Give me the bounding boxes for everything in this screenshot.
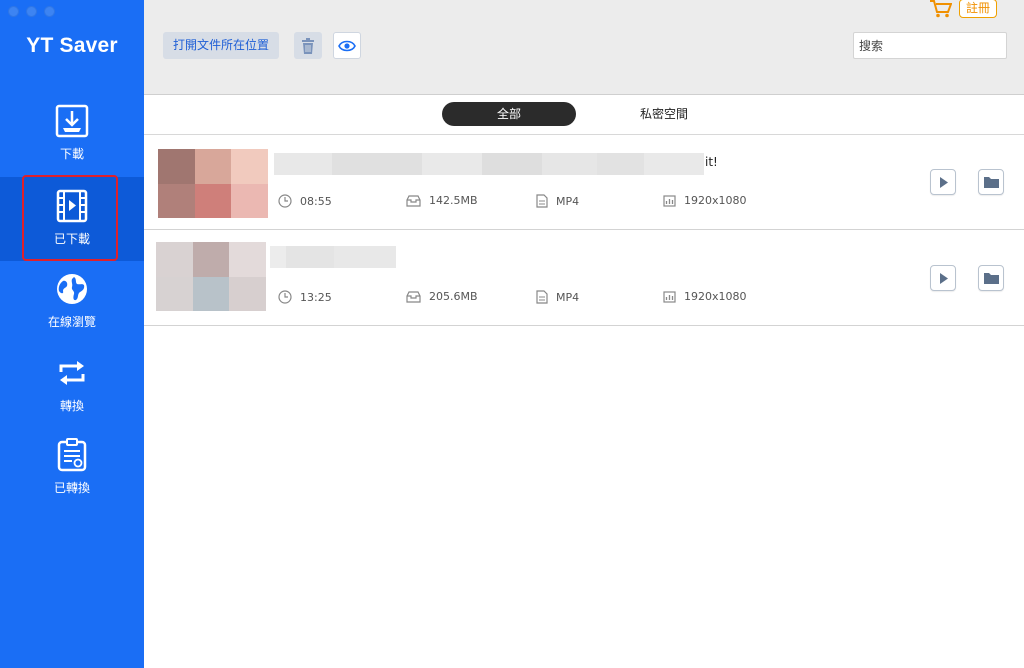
converted-icon xyxy=(57,438,87,472)
sidebar-item-label: 已轉換 xyxy=(53,481,90,495)
tab-all[interactable]: 全部 xyxy=(442,102,576,126)
folder-icon xyxy=(983,177,999,188)
resolution: 1920x1080 xyxy=(663,194,747,207)
play-button[interactable] xyxy=(930,169,956,195)
video-thumbnail xyxy=(158,149,268,218)
play-icon xyxy=(939,272,948,284)
sidebar-item-label: 下載 xyxy=(59,147,84,161)
app-title: YT Saver xyxy=(26,34,118,57)
folder-icon xyxy=(983,273,999,284)
resolution-value: 1920x1080 xyxy=(684,194,747,207)
search-input[interactable] xyxy=(853,32,1007,59)
open-folder-button[interactable] xyxy=(978,169,1004,195)
file-icon xyxy=(536,194,548,208)
file-size: 205.6MB xyxy=(406,290,478,303)
format-value: MP4 xyxy=(556,290,580,304)
thumbnail-tile xyxy=(156,276,193,311)
cart-icon[interactable] xyxy=(930,0,952,18)
sidebar-item-convert[interactable]: 轉換 xyxy=(0,356,144,420)
thumbnail-tile xyxy=(229,242,266,277)
toolbar: 打開文件所在位置 註冊 xyxy=(144,0,1024,95)
video-title-redacted xyxy=(274,153,704,175)
open-folder-button[interactable] xyxy=(978,265,1004,291)
tab-private-space[interactable]: 私密空間 xyxy=(614,102,714,126)
storage-icon xyxy=(406,290,421,303)
format: MP4 xyxy=(536,194,579,208)
storage-icon xyxy=(406,194,421,207)
resolution: 1920x1080 xyxy=(663,290,747,303)
duration: 08:55 xyxy=(278,194,332,208)
file-icon xyxy=(536,290,548,304)
sidebar-item-download[interactable]: 下載 xyxy=(0,104,144,168)
minimize-window-button[interactable] xyxy=(26,6,37,17)
tab-bar: 全部 私密空間 xyxy=(144,95,1024,135)
download-icon xyxy=(55,104,89,138)
open-file-location-button[interactable]: 打開文件所在位置 xyxy=(163,32,280,59)
video-thumbnail xyxy=(156,242,266,311)
clock-icon xyxy=(278,194,292,208)
app-window: YT Saver 下載 已下載 在線瀏覽 轉換 已轉換 打開文件所在位置 註冊 … xyxy=(0,0,1024,668)
resolution-icon xyxy=(663,290,676,303)
sidebar-item-label: 轉換 xyxy=(59,399,84,413)
thumbnail-tile xyxy=(194,149,232,184)
sidebar-item-converted[interactable]: 已轉換 xyxy=(0,438,144,502)
file-size-value: 205.6MB xyxy=(429,290,478,303)
thumbnail-tile xyxy=(192,276,230,311)
resolution-icon xyxy=(663,194,676,207)
register-button[interactable]: 註冊 xyxy=(959,0,998,18)
file-size: 142.5MB xyxy=(406,194,478,207)
play-icon xyxy=(939,176,948,188)
thumbnail-tile xyxy=(192,242,230,277)
window-controls xyxy=(8,6,55,17)
sidebar-item-label: 在線瀏覽 xyxy=(47,315,96,329)
thumbnail-tile xyxy=(194,183,232,218)
sidebar-item-online-browse[interactable]: 在線瀏覽 xyxy=(0,272,144,336)
video-title-redacted xyxy=(270,246,396,268)
convert-icon xyxy=(59,361,85,385)
thumbnail-tile xyxy=(158,183,195,218)
format-value: MP4 xyxy=(556,194,580,208)
resolution-value: 1920x1080 xyxy=(684,290,747,303)
delete-button[interactable] xyxy=(294,32,322,59)
close-window-button[interactable] xyxy=(8,6,19,17)
preview-button[interactable] xyxy=(333,32,361,59)
clock-icon xyxy=(278,290,292,304)
sidebar: YT Saver 下載 已下載 在線瀏覽 轉換 已轉換 xyxy=(0,0,144,668)
zoom-window-button[interactable] xyxy=(44,6,55,17)
duration-value: 13:25 xyxy=(300,290,332,304)
thumbnail-tile xyxy=(156,242,193,277)
trash-icon xyxy=(302,37,314,54)
thumbnail-tile xyxy=(229,276,266,311)
thumbnail-tile xyxy=(158,149,195,184)
selection-highlight xyxy=(22,175,118,261)
download-list-item[interactable]: it! 08:55 142.5MB MP4 1920x1080 xyxy=(144,135,1024,230)
duration: 13:25 xyxy=(278,290,332,304)
globe-icon xyxy=(57,274,87,304)
thumbnail-tile xyxy=(231,149,268,184)
duration-value: 08:55 xyxy=(300,194,332,208)
video-title: it! xyxy=(705,155,718,169)
eye-icon xyxy=(338,40,356,51)
file-size-value: 142.5MB xyxy=(429,194,478,207)
thumbnail-tile xyxy=(231,183,268,218)
format: MP4 xyxy=(536,290,579,304)
download-list-item[interactable]: 13:25 205.6MB MP4 1920x1080 xyxy=(144,231,1024,326)
play-button[interactable] xyxy=(930,265,956,291)
